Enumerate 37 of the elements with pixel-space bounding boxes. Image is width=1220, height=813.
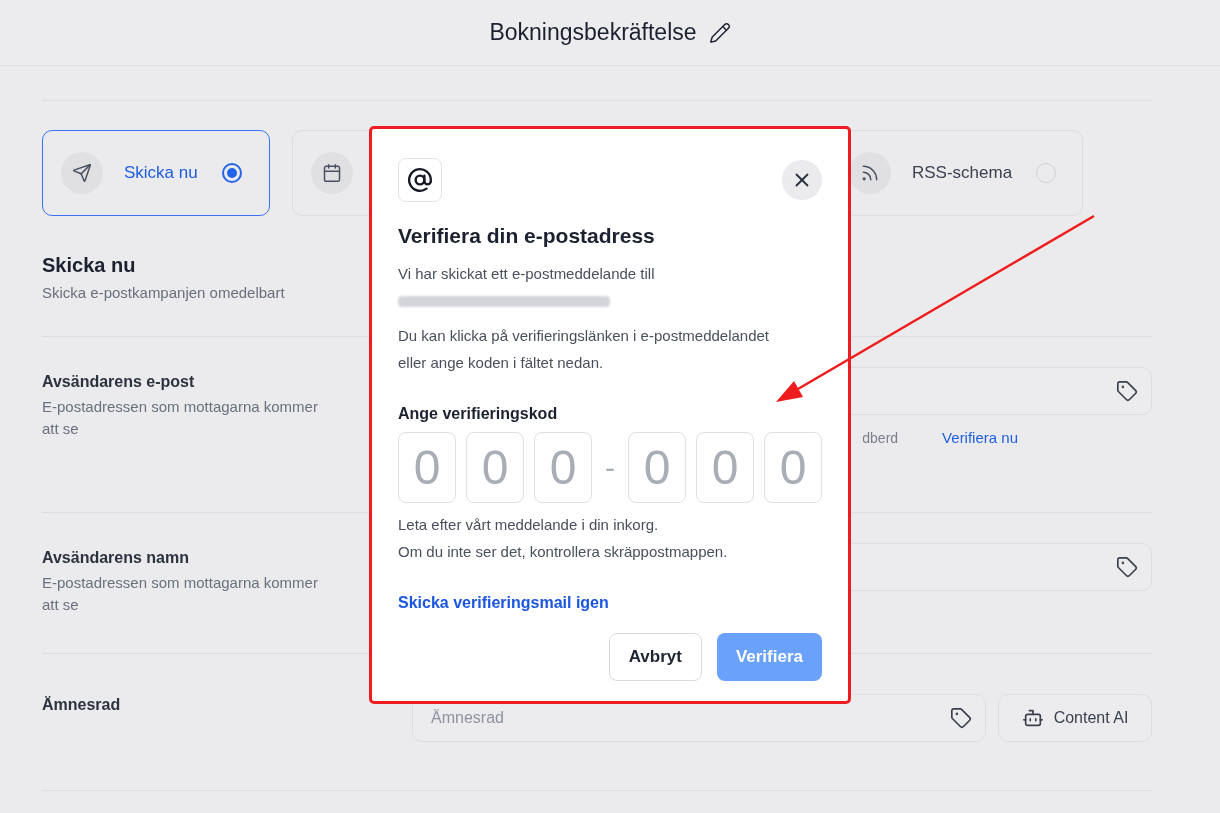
section-title: Skicka nu [42, 253, 136, 277]
section-subtitle: Skicka e-postkampanjen omedelbart [42, 283, 285, 303]
code-digit-field[interactable]: 0 [628, 432, 686, 503]
code-label: Ange verifieringskod [398, 404, 559, 424]
tag-icon[interactable] [1116, 380, 1138, 402]
close-button[interactable] [782, 160, 822, 200]
field-description: E-postadressen som mottagarna kommer att se [42, 397, 319, 439]
code-separator: - [604, 450, 616, 485]
resend-link[interactable]: Skicka verifieringsmail igen [398, 592, 609, 614]
robot-icon [1021, 707, 1044, 729]
code-digit-field[interactable]: 0 [398, 432, 456, 503]
status-text: dberd [862, 429, 899, 448]
calendar-icon [311, 152, 353, 194]
send-icon [61, 152, 103, 194]
code-digit-field[interactable]: 0 [534, 432, 592, 503]
field-label: Avsändarens e-post [42, 372, 195, 392]
pencil-icon[interactable] [708, 21, 731, 44]
field-label: Avsändarens namn [42, 548, 189, 568]
page-title: Bokningsbekräftelse [489, 19, 697, 46]
dialog-title: Verifiera din e-postadress [398, 223, 656, 249]
field-description: E-postadressen som mottagarna kommer att se [42, 573, 319, 615]
dialog-text: Du kan klicka på verifieringslänken i e-postmeddelandet eller ange koden i fältet nedan. [398, 326, 771, 373]
dialog-text: Vi har skickat ett e-postmeddelande till [398, 264, 656, 284]
send-option[interactable]: Skicka nu [42, 130, 270, 216]
tag-icon[interactable] [1116, 556, 1138, 578]
code-digit-field[interactable]: 0 [696, 432, 754, 503]
hint-text: Leta efter vårt meddelande i din inkorg. Om du inte ser det, kontrollera skräppostmappen. [398, 515, 729, 562]
code-digit-field[interactable]: 0 [764, 432, 822, 503]
tag-icon[interactable] [950, 707, 972, 729]
code-digit-field[interactable]: 0 [466, 432, 524, 503]
verify-link[interactable]: Verifiera nu [942, 428, 1018, 448]
cancel-button[interactable]: Avbryt [608, 633, 702, 681]
content-ai-button[interactable]: Content AI [998, 694, 1152, 742]
field-label: Ämnesrad [42, 695, 121, 715]
radio-button[interactable] [221, 163, 242, 183]
rss-icon [849, 152, 891, 194]
at-sign-icon [398, 158, 442, 202]
